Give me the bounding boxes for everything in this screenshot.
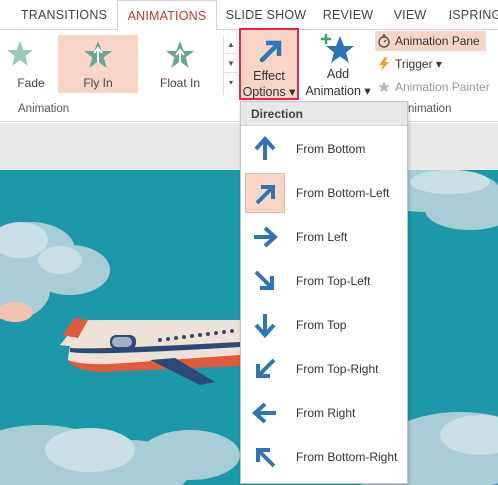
add-animation-button[interactable]: Add Animation ▾ (303, 30, 373, 98)
gallery-scroller[interactable]: ▲ ▼ ▾ (223, 35, 238, 95)
lightning-icon (379, 57, 389, 71)
arrow-up-icon (254, 136, 276, 160)
gallery-float-in[interactable]: Float In (140, 35, 220, 93)
menu-item-from-top-right[interactable]: From Top-Right (245, 349, 404, 389)
menu-item-label: From Top-Right (296, 362, 379, 376)
menu-item-from-bottom-right[interactable]: From Bottom-Right (245, 437, 404, 477)
add-animation-label-2: Animation ▾ (305, 84, 371, 98)
menu-item-from-right[interactable]: From Right (245, 393, 404, 433)
menu-item-from-bottom[interactable]: From Bottom (245, 129, 404, 169)
ribbon-tab-strip: TRANSITIONS ANIMATIONS SLIDE SHOW REVIEW… (0, 0, 498, 31)
arrow-up-right-icon (255, 185, 275, 205)
gallery-float-in-label: Float In (159, 76, 201, 90)
menu-item-label: From Bottom-Right (296, 450, 398, 464)
arrow-down-left-icon (256, 358, 276, 378)
tab-ispring[interactable]: ISPRING (440, 0, 498, 30)
add-animation-label: Add (326, 67, 350, 81)
arrow-up-left-icon (256, 448, 276, 468)
fade-star-icon (7, 41, 33, 66)
menu-item-label: From Top (296, 318, 347, 332)
tab-animations[interactable]: ANIMATIONS (117, 0, 217, 31)
gallery-fade-label: Fade (17, 76, 45, 90)
scroll-up-icon[interactable]: ▲ (224, 35, 238, 54)
menu-item-from-left[interactable]: From Left (245, 217, 404, 257)
scroll-down-icon[interactable]: ▼ (224, 54, 238, 73)
gallery-fly-in[interactable]: Fly In (58, 35, 138, 93)
tab-transitions[interactable]: TRANSITIONS (14, 0, 114, 30)
gallery-fade[interactable]: Fade (0, 35, 60, 93)
star-plus-icon (321, 34, 354, 63)
effect-options-label-2: Options ▾ (242, 85, 296, 99)
group-label-advanced-animation: nimation (408, 103, 452, 115)
menu-item-label: From Bottom (296, 142, 366, 156)
arrow-left-icon (252, 402, 276, 424)
trigger-label: Trigger ▾ (395, 57, 442, 71)
tab-slide-show[interactable]: SLIDE SHOW (220, 0, 312, 30)
menu-item-label: From Top-Left (296, 274, 371, 288)
arrow-up-right-icon (259, 40, 282, 63)
tab-review[interactable]: REVIEW (318, 0, 378, 30)
arrow-down-icon (254, 314, 276, 338)
menu-item-label: From Left (296, 230, 348, 244)
direction-dropdown-menu: Direction From Bottom From Bottom-Left F… (240, 101, 408, 484)
dropdown-header: Direction (241, 102, 407, 126)
effect-options-button[interactable]: Effect Options ▾ (239, 28, 299, 100)
trigger-button[interactable]: Trigger ▾ (375, 54, 442, 74)
animation-pane-button[interactable]: Animation Pane (375, 31, 486, 51)
fly-in-star-icon (84, 41, 112, 68)
menu-item-label: From Bottom-Left (296, 186, 390, 200)
menu-item-label: From Right (296, 406, 356, 420)
animation-painter-button[interactable]: Animation Painter (375, 77, 490, 97)
arrow-right-icon (254, 226, 278, 248)
float-in-star-icon (166, 41, 194, 68)
arrow-down-right-icon (254, 270, 274, 290)
animation-painter-label: Animation Painter (395, 80, 490, 94)
gallery-fly-in-label: Fly In (83, 76, 113, 90)
gallery-more-icon[interactable]: ▾ (224, 73, 238, 92)
animation-pane-label: Animation Pane (395, 34, 480, 48)
painter-star-icon (378, 81, 390, 93)
group-label-animation: Animation (18, 103, 70, 115)
menu-item-from-bottom-left[interactable]: From Bottom-Left (245, 173, 404, 213)
effect-options-label: Effect (253, 69, 285, 83)
menu-item-from-top[interactable]: From Top (245, 305, 404, 345)
menu-item-from-top-left[interactable]: From Top-Left (245, 261, 404, 301)
stopwatch-icon (378, 34, 390, 48)
tab-view[interactable]: VIEW (388, 0, 432, 30)
